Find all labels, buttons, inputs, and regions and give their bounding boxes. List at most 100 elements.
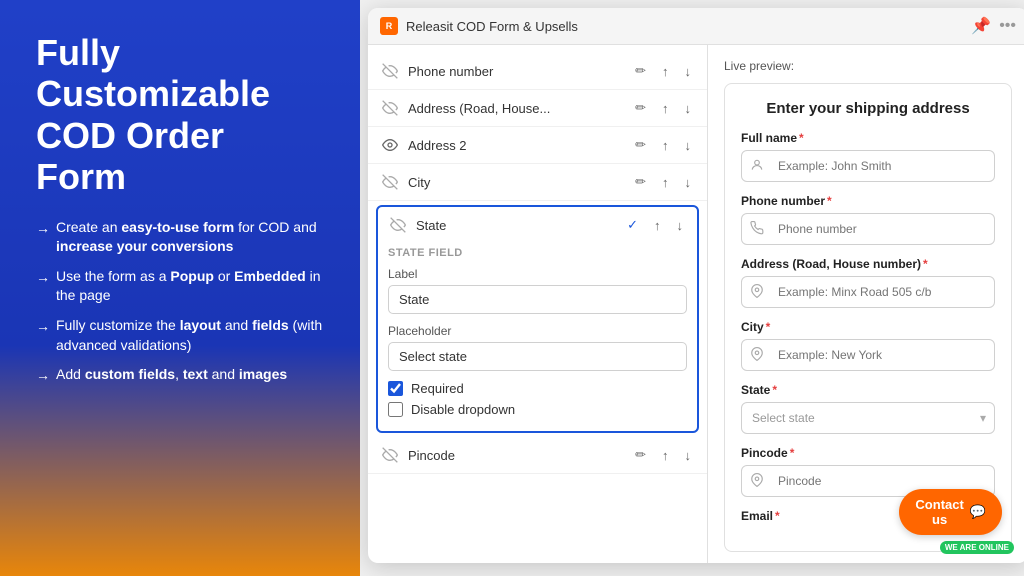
online-badge: WE ARE ONLINE [940,541,1014,554]
app-icon: R [380,17,398,35]
required-checkbox[interactable] [388,381,403,396]
down-phone-btn[interactable]: ↓ [681,62,696,81]
fullname-input[interactable] [772,151,994,181]
down-pincode-btn[interactable]: ↓ [681,446,696,465]
preview-address-label: Address (Road, House number) * [741,257,995,271]
preview-fullname-group: Full name * [741,131,995,182]
preview-state-group: State * Select state ▾ [741,383,995,434]
confirm-state-btn[interactable]: ✓ [623,215,642,235]
field-row-pincode: Pincode ✏ ↑ ↓ [368,437,707,474]
state-label: State [416,218,615,233]
up-city-btn[interactable]: ↑ [658,173,673,192]
preview-phone-label: Phone number * [741,194,995,208]
preview-city-label: City * [741,320,995,334]
up-phone-btn[interactable]: ↑ [658,62,673,81]
required-star-city: * [766,320,771,334]
chevron-down-icon: ▾ [980,411,994,425]
visibility-icon-city[interactable] [380,172,400,192]
bullet-1: → Create an easy-to-use form for COD and… [36,218,324,257]
required-star-phone: * [827,194,832,208]
main-content: Phone number ✏ ↑ ↓ Address (Road, House.… [368,45,1024,563]
visibility-icon-phone[interactable] [380,61,400,81]
placeholder-input[interactable] [388,342,687,371]
contact-us-label: Contact us [915,497,963,527]
bullet-text-2: Use the form as a Popup or Embedded in t… [56,267,324,306]
title-bar: R Releasit COD Form & Upsells 📌 ••• [368,8,1024,45]
address-input[interactable] [772,277,994,307]
city-input[interactable] [772,340,994,370]
label-input[interactable] [388,285,687,314]
preview-address-group: Address (Road, House number) * [741,257,995,308]
phone-icon [742,221,772,238]
arrow-icon-4: → [36,366,50,386]
headline: FullyCustomizableCOD Order Form [36,32,324,198]
field-row-phone: Phone number ✏ ↑ ↓ [368,53,707,90]
down-address-btn[interactable]: ↓ [681,99,696,118]
form-builder: Phone number ✏ ↑ ↓ Address (Road, House.… [368,45,708,563]
arrow-icon-2: → [36,268,50,288]
visibility-icon-address[interactable] [380,98,400,118]
disable-dropdown-checkbox[interactable] [388,402,403,417]
down-city-btn[interactable]: ↓ [681,173,696,192]
edit-address-btn[interactable]: ✏ [631,98,650,118]
required-star-state: * [772,383,777,397]
field-row-state[interactable]: State ✓ ↑ ↓ STATE FIELD Label Placeh [376,205,699,433]
field-row-address2: Address 2 ✏ ↑ ↓ [368,127,707,164]
visibility-icon-pincode[interactable] [380,445,400,465]
preview-state-select-wrap: Select state ▾ [741,402,995,434]
arrow-icon-3: → [36,317,50,337]
bell-icon[interactable]: 📌 [971,16,991,36]
preview-state-label: State * [741,383,995,397]
up-address2-btn[interactable]: ↑ [658,136,673,155]
bullet-text-3: Fully customize the layout and fields (w… [56,316,324,355]
up-pincode-btn[interactable]: ↑ [658,446,673,465]
location-icon-address [742,284,772,301]
left-panel: FullyCustomizableCOD Order Form → Create… [0,0,360,576]
placeholder-label: Placeholder [388,324,687,338]
location-icon-city [742,347,772,364]
disable-dropdown-label: Disable dropdown [411,402,515,417]
preview-address-input-wrap [741,276,995,308]
preview-phone-input-wrap [741,213,995,245]
app-window: R Releasit COD Form & Upsells 📌 ••• Phon… [368,8,1024,563]
edit-phone-btn[interactable]: ✏ [631,61,650,81]
state-select[interactable]: Select state [742,403,980,433]
label-group: Label [388,267,687,314]
up-state-btn[interactable]: ↑ [650,216,665,235]
preview-fullname-label: Full name * [741,131,995,145]
placeholder-group: Placeholder [388,324,687,371]
up-address-btn[interactable]: ↑ [658,99,673,118]
required-star-address: * [923,257,928,271]
address2-label: Address 2 [408,138,623,153]
bullet-text-4: Add custom fields, text and images [56,365,287,385]
phone-input[interactable] [772,214,994,244]
edit-address2-btn[interactable]: ✏ [631,135,650,155]
down-address2-btn[interactable]: ↓ [681,136,696,155]
person-icon [742,158,772,175]
label-label: Label [388,267,687,281]
more-icon[interactable]: ••• [999,17,1016,35]
chat-icon: 💬 [970,504,986,520]
phone-label: Phone number [408,64,623,79]
contact-us-button[interactable]: Contact us 💬 [899,489,1002,535]
visibility-icon-state[interactable] [388,215,408,235]
state-field-editor: STATE FIELD Label Placeholder Required [388,243,687,423]
required-star: * [799,131,804,145]
required-star-email: * [775,509,780,523]
preview-city-group: City * [741,320,995,371]
field-row-city: City ✏ ↑ ↓ [368,164,707,201]
bullet-4: → Add custom fields, text and images [36,365,324,386]
required-group: Required [388,381,687,396]
edit-pincode-btn[interactable]: ✏ [631,445,650,465]
field-row-address: Address (Road, House... ✏ ↑ ↓ [368,90,707,127]
visibility-icon-address2[interactable] [380,135,400,155]
disable-dropdown-group: Disable dropdown [388,402,687,417]
preview-pincode-label: Pincode * [741,446,995,460]
state-section-title: STATE FIELD [388,247,687,259]
location-icon-pincode [742,473,772,490]
edit-city-btn[interactable]: ✏ [631,172,650,192]
bullet-text-1: Create an easy-to-use form for COD and i… [56,218,324,257]
preview-city-input-wrap [741,339,995,371]
down-state-btn[interactable]: ↓ [673,216,688,235]
preview-fullname-input-wrap [741,150,995,182]
